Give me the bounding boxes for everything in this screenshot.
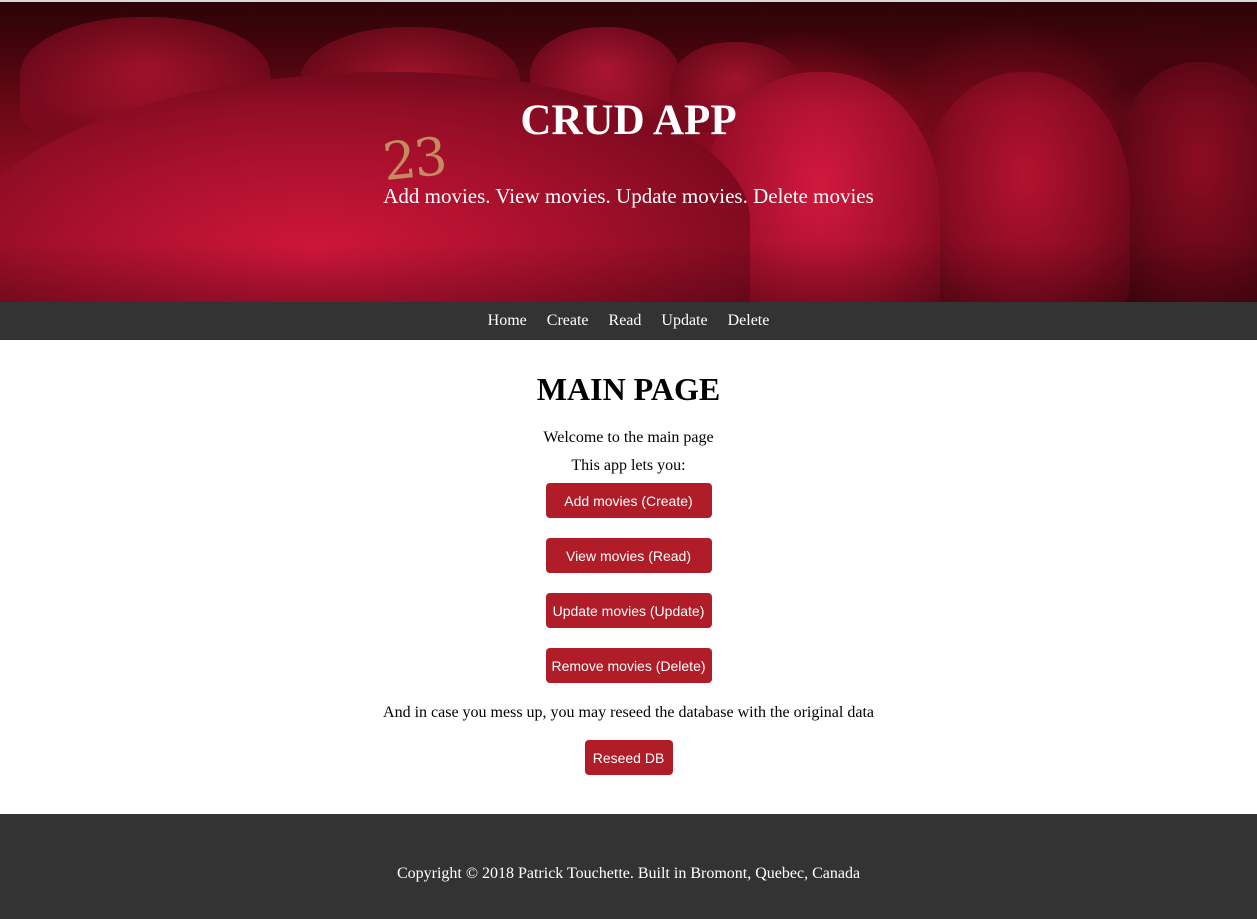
- nav-update-link[interactable]: Update: [653, 302, 715, 340]
- page-title: MAIN PAGE: [536, 371, 721, 407]
- hero-banner: 23 CRUD APP Add movies. View movies. Upd…: [0, 2, 1257, 302]
- main-navbar: Home Create Read Update Delete: [0, 302, 1257, 340]
- intro-text: This app lets you:: [571, 457, 686, 474]
- reseed-description: And in case you mess up, you may reseed …: [383, 704, 874, 721]
- nav-home-link[interactable]: Home: [480, 302, 535, 340]
- view-movies-button[interactable]: View movies (Read): [545, 538, 712, 573]
- reseed-db-button[interactable]: Reseed DB: [584, 740, 673, 775]
- app-subtitle: Add movies. View movies. Update movies. …: [383, 184, 874, 208]
- nav-read-link[interactable]: Read: [601, 302, 650, 340]
- hero-overlay: [0, 2, 1257, 302]
- copyright-text: Copyright © 2018 Patrick Touchette. Buil…: [396, 865, 861, 882]
- add-movies-button[interactable]: Add movies (Create): [545, 483, 712, 518]
- main-content: MAIN PAGE Welcome to the main page This …: [0, 340, 1257, 814]
- app-title: CRUD APP: [520, 97, 737, 144]
- remove-movies-button[interactable]: Remove movies (Delete): [545, 648, 712, 683]
- update-movies-button[interactable]: Update movies (Update): [545, 593, 712, 628]
- nav-create-link[interactable]: Create: [539, 302, 597, 340]
- nav-delete-link[interactable]: Delete: [720, 302, 778, 340]
- page-footer: Copyright © 2018 Patrick Touchette. Buil…: [0, 814, 1257, 919]
- welcome-text: Welcome to the main page: [543, 429, 714, 446]
